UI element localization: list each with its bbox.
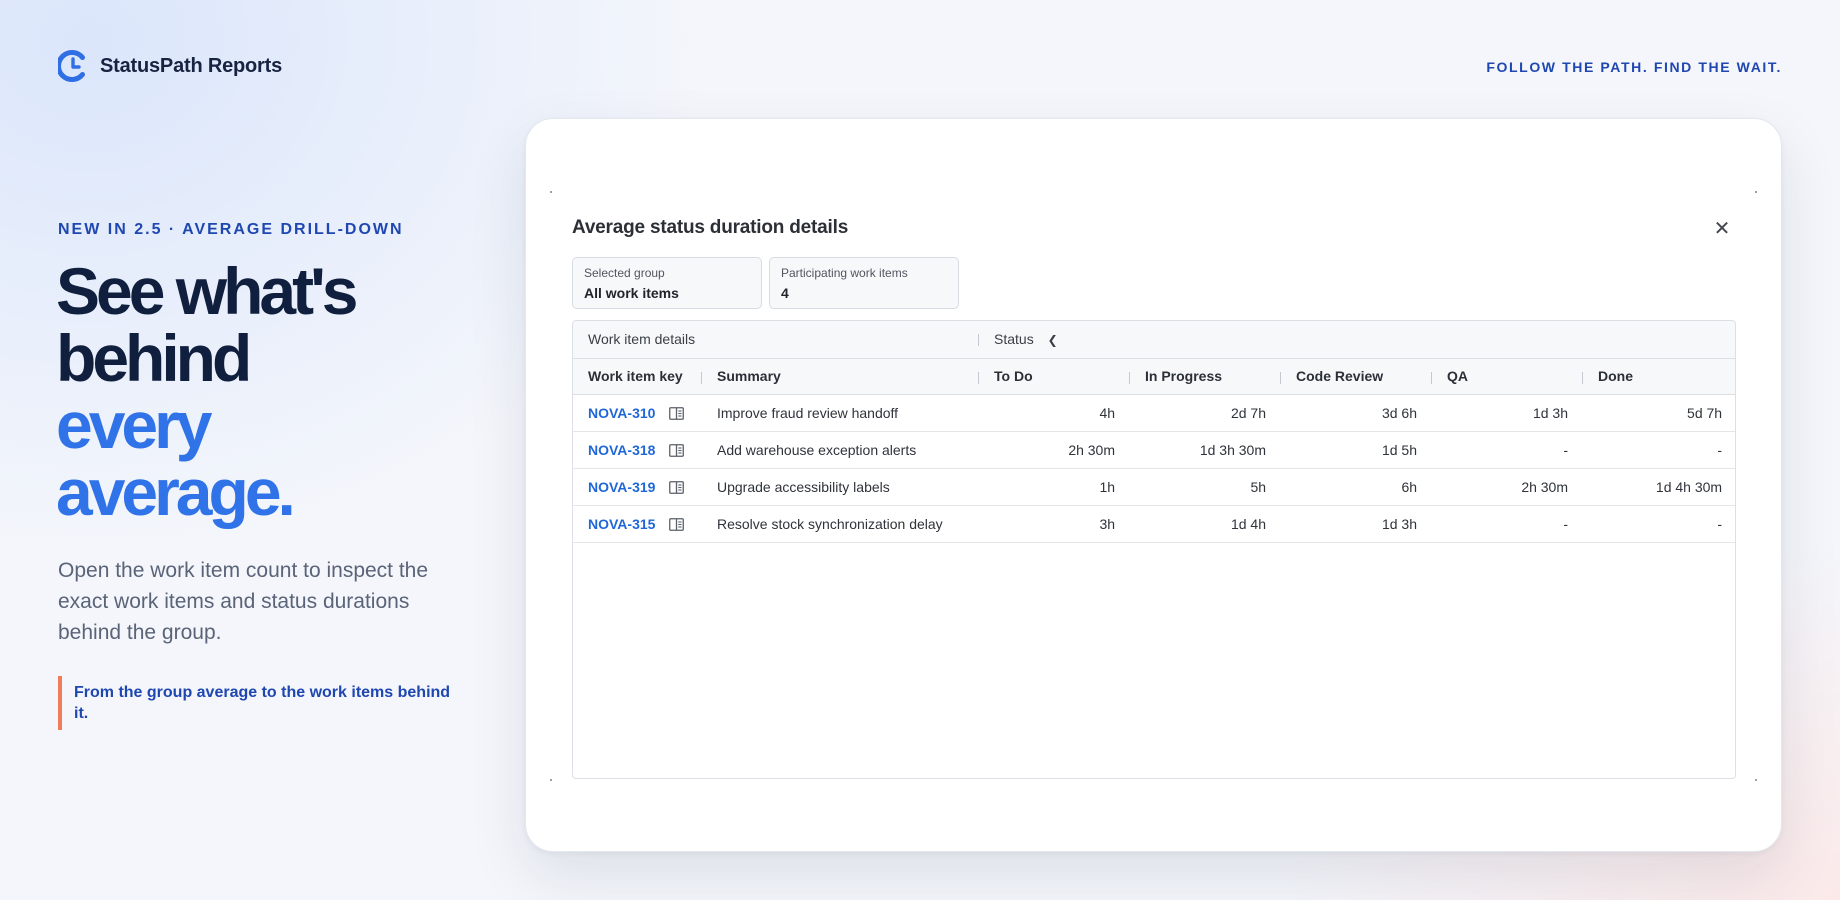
corner-mark <box>1755 191 1757 193</box>
column-header-label: Work item key <box>588 368 683 384</box>
column-header-todo[interactable]: To Do <box>979 358 1131 395</box>
column-header-label: To Do <box>994 368 1033 384</box>
duration-cell: 1d 4h <box>1130 505 1282 543</box>
selected-group-tile: Selected group All work items <box>572 257 762 309</box>
column-header-label: In Progress <box>1145 368 1223 384</box>
summary-cell: Improve fraud review handoff <box>702 394 980 432</box>
duration-cell: 1d 4h 30m <box>1583 468 1735 506</box>
duration-cell: 3h <box>979 505 1131 543</box>
lead-paragraph: Open the work item count to inspect the … <box>58 559 429 644</box>
group-header-label: Status <box>994 331 1034 348</box>
summary-cell: Upgrade accessibility labels <box>702 468 980 506</box>
duration-cell: 1d 3h <box>1432 394 1584 432</box>
duration-cell: 1d 3h 30m <box>1130 431 1282 469</box>
column-header-row: Work item key Summary To Do In Progress … <box>573 358 1735 395</box>
column-header-in-progress[interactable]: In Progress <box>1130 358 1282 395</box>
column-header-label: Code Review <box>1296 368 1384 384</box>
table-row: NOVA-315 Resolve stock synchronization d… <box>573 505 1735 543</box>
work-item-key-link[interactable]: NOVA-315 <box>588 516 655 532</box>
headline-line: behind <box>56 321 252 395</box>
side-panel-icon[interactable] <box>669 480 684 494</box>
group-header-status: Status ❮ <box>979 321 1735 359</box>
tile-value: 4 <box>781 285 789 301</box>
group-header-row: Work item details Status ❮ <box>573 321 1735 359</box>
close-icon: ✕ <box>1713 216 1731 240</box>
corner-mark <box>550 779 552 781</box>
work-item-key-cell: NOVA-319 <box>573 468 702 506</box>
status-duration-table: Work item details Status ❮ Work item key… <box>572 320 1736 779</box>
duration-cell: 2h 30m <box>979 431 1131 469</box>
brand: StatusPath Reports <box>58 48 282 84</box>
duration-cell: - <box>1583 505 1735 543</box>
tile-label: Selected group <box>584 266 665 280</box>
duration-cell: 3d 6h <box>1281 394 1433 432</box>
column-header-code-review[interactable]: Code Review <box>1281 358 1433 395</box>
work-item-key-link[interactable]: NOVA-310 <box>588 405 655 421</box>
preview-card: Average status duration details ✕ Select… <box>525 118 1782 852</box>
table-row: NOVA-319 Upgrade accessibility labels 1h… <box>573 468 1735 506</box>
work-item-key-cell: NOVA-310 <box>573 394 702 432</box>
column-header-done[interactable]: Done <box>1583 358 1735 395</box>
modal-title: Average status duration details <box>572 217 849 238</box>
headline-line: See what's <box>56 254 359 328</box>
table-row: NOVA-318 Add warehouse exception alerts … <box>573 431 1735 469</box>
work-item-key-link[interactable]: NOVA-318 <box>588 442 655 458</box>
summary-cell: Add warehouse exception alerts <box>702 431 980 469</box>
headline-accent-line: every <box>56 388 213 462</box>
column-header-label: Done <box>1598 368 1634 384</box>
duration-cell: - <box>1432 431 1584 469</box>
chevron-left-icon[interactable]: ❮ <box>1048 333 1058 347</box>
headline-accent-line: average. <box>56 455 296 529</box>
close-button[interactable]: ✕ <box>1709 215 1735 241</box>
tile-label: Participating work items <box>781 266 908 280</box>
participating-items-tile: Participating work items 4 <box>769 257 959 309</box>
corner-mark <box>550 191 552 193</box>
side-panel-icon[interactable] <box>669 517 684 531</box>
column-header-key[interactable]: Work item key <box>573 358 702 395</box>
duration-cell: - <box>1432 505 1584 543</box>
brand-name: StatusPath Reports <box>100 54 282 77</box>
tile-value: All work items <box>584 285 679 301</box>
tagline: FOLLOW THE PATH. FIND THE WAIT. <box>1486 59 1782 75</box>
group-header-details: Work item details <box>573 321 980 359</box>
column-header-summary[interactable]: Summary <box>702 358 980 395</box>
table-row: NOVA-310 Improve fraud review handoff 4h… <box>573 394 1735 432</box>
work-item-key-cell: NOVA-315 <box>573 505 702 543</box>
duration-cell: 1d 3h <box>1281 505 1433 543</box>
duration-cell: - <box>1583 431 1735 469</box>
summary-cell: Resolve stock synchronization delay <box>702 505 980 543</box>
side-panel-icon[interactable] <box>669 443 684 457</box>
duration-cell: 2d 7h <box>1130 394 1282 432</box>
eyebrow: NEW IN 2.5 · AVERAGE DRILL-DOWN <box>58 221 404 238</box>
work-item-key-link[interactable]: NOVA-319 <box>588 479 655 495</box>
headline: See what's behind every average. <box>56 258 436 526</box>
callout: From the group average to the work items… <box>58 676 468 730</box>
column-header-label: Summary <box>717 368 781 384</box>
corner-mark <box>1755 779 1757 781</box>
duration-cell: 1h <box>979 468 1131 506</box>
clock-c-icon <box>58 50 85 82</box>
side-panel-icon[interactable] <box>669 406 684 420</box>
duration-cell: 5h <box>1130 468 1282 506</box>
duration-cell: 4h <box>979 394 1131 432</box>
group-header-label: Work item details <box>588 331 696 348</box>
duration-cell: 1d 5h <box>1281 431 1433 469</box>
duration-cell: 5d 7h <box>1583 394 1735 432</box>
column-header-qa[interactable]: QA <box>1432 358 1584 395</box>
work-item-key-cell: NOVA-318 <box>573 431 702 469</box>
duration-cell: 6h <box>1281 468 1433 506</box>
duration-cell: 2h 30m <box>1432 468 1584 506</box>
column-header-label: QA <box>1447 368 1469 384</box>
